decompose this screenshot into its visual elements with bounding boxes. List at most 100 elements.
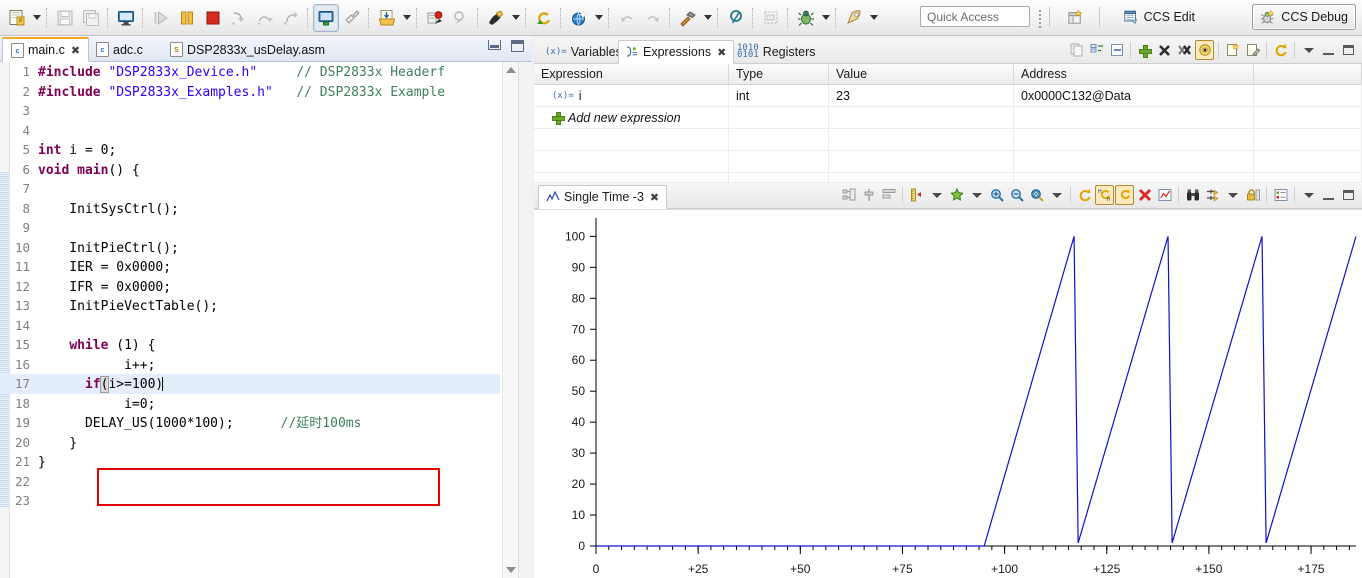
- code-line[interactable]: 21}: [0, 452, 500, 472]
- code-editor[interactable]: 1 #include "DSP2833x_Device.h" // DSP2833…: [0, 62, 532, 578]
- new-file-dropdown[interactable]: [30, 4, 43, 32]
- code-line[interactable]: 20 }: [0, 433, 500, 453]
- add-marker-dropdown[interactable]: [967, 185, 986, 205]
- build-button[interactable]: [675, 4, 701, 32]
- add-new-expression-row[interactable]: Add new expression: [534, 107, 1362, 129]
- tab-single-time[interactable]: Single Time -3 ✖: [538, 185, 668, 209]
- ccs-edit-perspective-button[interactable]: CCS Edit: [1116, 4, 1202, 30]
- console-button[interactable]: [113, 4, 139, 32]
- column-header-value[interactable]: Value: [829, 63, 1014, 85]
- close-icon[interactable]: ✖: [717, 46, 726, 59]
- debug-launch-dropdown[interactable]: [592, 4, 605, 32]
- undo-button[interactable]: [614, 4, 640, 32]
- scroll-lock-button[interactable]: [1203, 185, 1222, 205]
- export-data-button[interactable]: [1155, 185, 1174, 205]
- scroll-down-icon[interactable]: [506, 567, 516, 573]
- new-file-button[interactable]: [4, 4, 30, 32]
- align-center-button[interactable]: [859, 185, 878, 205]
- load-program-dropdown[interactable]: [400, 4, 413, 32]
- step-over-button[interactable]: [252, 4, 278, 32]
- code-line[interactable]: 22: [0, 472, 500, 492]
- code-line[interactable]: 6 void main() {: [0, 160, 500, 180]
- save-button[interactable]: [52, 4, 78, 32]
- load-program-button[interactable]: [374, 4, 400, 32]
- collapse-all-button[interactable]: [1107, 40, 1126, 60]
- clear-data-button[interactable]: [1135, 185, 1154, 205]
- zoom-reset-dropdown[interactable]: [1047, 185, 1066, 205]
- maximize-graph-button[interactable]: [1339, 185, 1358, 205]
- new-watchpoint-button[interactable]: [1223, 40, 1242, 60]
- remove-all-expressions-button[interactable]: [1175, 40, 1194, 60]
- debug-launch-button[interactable]: [566, 4, 592, 32]
- remove-breakpoints-button[interactable]: [448, 4, 474, 32]
- data-series-line[interactable]: [596, 236, 1357, 547]
- code-line[interactable]: 10 InitPieCtrl();: [0, 238, 500, 258]
- code-line[interactable]: 19 DELAY_US(1000*100); //延时100ms: [0, 413, 500, 433]
- close-icon[interactable]: ✖: [71, 44, 80, 57]
- code-line[interactable]: 3: [0, 101, 500, 121]
- add-marker-button[interactable]: [947, 185, 966, 205]
- minimize-view-button[interactable]: [1319, 40, 1338, 60]
- scroll-lock-dropdown[interactable]: [1223, 185, 1242, 205]
- step-into-button[interactable]: [226, 4, 252, 32]
- editor-vertical-scrollbar[interactable]: [502, 62, 518, 578]
- build-dropdown[interactable]: [701, 4, 714, 32]
- table-row[interactable]: (x)= i int 23 0x0000C132@Data: [534, 85, 1362, 107]
- resume-button[interactable]: [148, 4, 174, 32]
- column-header-address[interactable]: Address: [1014, 63, 1254, 85]
- editor-tab-adc-c[interactable]: c adc.c: [88, 37, 151, 62]
- toolbar-drag-handle[interactable]: [1037, 8, 1042, 28]
- code-line[interactable]: 9: [0, 218, 500, 238]
- table-row-empty[interactable]: [534, 151, 1362, 173]
- step-return-button[interactable]: [278, 4, 304, 32]
- tab-expressions[interactable]: Expressions ✖: [618, 40, 735, 64]
- tools-button[interactable]: [483, 4, 509, 32]
- ccs-debug-perspective-button[interactable]: CCS Debug: [1252, 4, 1356, 30]
- enable-watch-button[interactable]: [1195, 40, 1214, 60]
- code-line[interactable]: 11 IER = 0x0000;: [0, 257, 500, 277]
- refresh-graph-button[interactable]: [1075, 185, 1094, 205]
- code-line[interactable]: 5 int i = 0;: [0, 140, 500, 160]
- zoom-reset-button[interactable]: [1027, 185, 1046, 205]
- code-line[interactable]: 13 InitPieVectTable();: [0, 296, 500, 316]
- graph-properties-button[interactable]: [839, 185, 858, 205]
- disconnect-target-button[interactable]: [339, 4, 365, 32]
- maximize-icon[interactable]: [511, 40, 524, 52]
- measurement-marker-dropdown[interactable]: [927, 185, 946, 205]
- run-dropdown[interactable]: [867, 4, 880, 32]
- column-header-expression[interactable]: Expression: [534, 63, 729, 85]
- auto-refresh-button[interactable]: [1115, 185, 1134, 205]
- editor-overview-ruler[interactable]: [518, 62, 532, 578]
- continuous-refresh-button[interactable]: H H: [1095, 185, 1114, 205]
- copy-expressions-button[interactable]: [1067, 40, 1086, 60]
- refresh-view-button[interactable]: [1271, 40, 1290, 60]
- code-line[interactable]: 1 #include "DSP2833x_Device.h" // DSP2833…: [0, 62, 500, 82]
- minimize-icon[interactable]: [488, 40, 501, 50]
- open-perspective-button[interactable]: [1062, 5, 1088, 29]
- quick-access-input[interactable]: Quick Access: [920, 6, 1030, 27]
- code-line[interactable]: 18 i=0;: [0, 394, 500, 414]
- code-line[interactable]: 12 IFR = 0x0000;: [0, 277, 500, 297]
- code-line[interactable]: 15 while (1) {: [0, 335, 500, 355]
- column-header-extra[interactable]: [1254, 63, 1362, 85]
- code-line[interactable]: 2 #include "DSP2833x_Examples.h" // DSP28…: [0, 82, 500, 102]
- editor-tab-usdelay-asm[interactable]: S DSP2833x_usDelay.asm: [162, 37, 333, 62]
- graph-view-menu-button[interactable]: [1299, 185, 1318, 205]
- editor-tab-main-c[interactable]: c main.c ✖: [2, 37, 90, 62]
- maximize-view-button[interactable]: [1339, 40, 1358, 60]
- zoom-in-button[interactable]: [987, 185, 1006, 205]
- code-line[interactable]: 8 InitSysCtrl();: [0, 199, 500, 219]
- add-expression-button[interactable]: [1135, 40, 1154, 60]
- restart-button[interactable]: [531, 4, 557, 32]
- new-window-button[interactable]: [758, 4, 784, 32]
- tab-variables[interactable]: (x)= Variables: [538, 40, 629, 64]
- scroll-up-icon[interactable]: [506, 67, 516, 73]
- zoom-out-button[interactable]: [1007, 185, 1026, 205]
- lock-graph-button[interactable]: [1243, 185, 1262, 205]
- column-header-type[interactable]: Type: [729, 63, 829, 85]
- code-line[interactable]: 14: [0, 316, 500, 336]
- close-icon[interactable]: ✖: [650, 191, 659, 204]
- debug-bug-button[interactable]: [793, 4, 819, 32]
- redo-button[interactable]: [640, 4, 666, 32]
- data-properties-button[interactable]: [879, 185, 898, 205]
